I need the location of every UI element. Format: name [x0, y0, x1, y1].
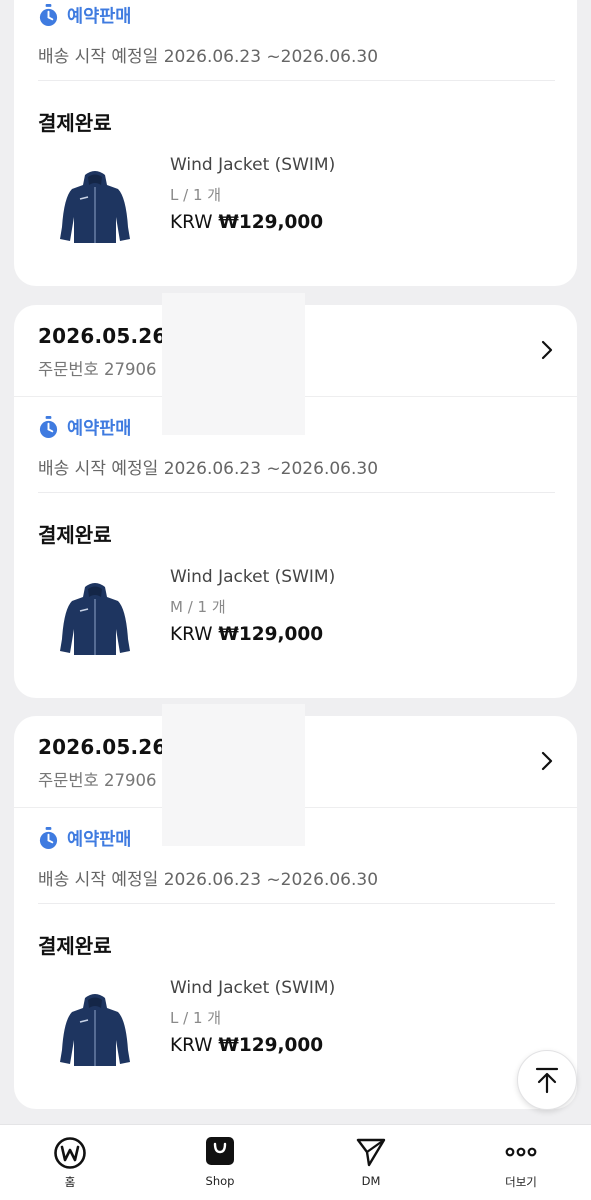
stopwatch-icon [39, 4, 58, 26]
shipping-date-text: 배송 시작 예정일 2026.06.23 ~2026.06.30 [38, 459, 379, 479]
jacket-thumbnail[interactable] [54, 990, 136, 1072]
order-card: 2026.05.26 주문번호 27906 예약판매 배송 시작 예정일 202… [14, 704, 577, 1109]
product-price: KRW ₩129,000 [170, 1035, 323, 1056]
payment-status: 결제완료 [38, 523, 112, 547]
arrow-up-to-line-icon [535, 1067, 559, 1094]
tab-home-label: 홈 [64, 1175, 76, 1189]
jacket-thumbnail[interactable] [54, 167, 136, 249]
shopping-bag-icon [206, 1137, 234, 1165]
scroll-to-top-button[interactable] [517, 1050, 577, 1110]
presale-label: 예약판매 [67, 419, 132, 439]
more-dots-icon [505, 1147, 537, 1157]
product-name[interactable]: Wind Jacket (SWIM) [170, 567, 335, 587]
jacket-thumbnail[interactable] [54, 579, 136, 661]
order-number: 주문번호 27906 [38, 360, 157, 379]
chevron-right-icon[interactable] [539, 339, 555, 361]
payment-status: 결제완료 [38, 934, 112, 958]
product-option: L / 1 개 [170, 1009, 222, 1027]
chevron-right-icon[interactable] [539, 750, 555, 772]
tab-dm[interactable]: DM [321, 1125, 421, 1200]
divider [38, 903, 555, 904]
product-name[interactable]: Wind Jacket (SWIM) [170, 155, 335, 175]
bottom-tab-bar: 홈 Shop DM 더보기 [0, 1124, 591, 1200]
tab-more-label: 더보기 [505, 1175, 537, 1189]
divider [38, 80, 555, 81]
presale-label: 예약판매 [67, 830, 132, 850]
stopwatch-icon [39, 416, 58, 438]
product-price: KRW ₩129,000 [170, 624, 323, 645]
presale-section: 예약판매 배송 시작 예정일 2026.06.23 ~2026.06.30 [14, 0, 577, 96]
order-date: 2026.05.26 [38, 735, 167, 759]
price-currency: KRW [170, 624, 213, 645]
stopwatch-icon [39, 827, 58, 849]
product-option: L / 1 개 [170, 186, 222, 204]
order-card: 2026.05.26 주문번호 27906 예약판매 배송 시작 예정일 202… [14, 293, 577, 698]
price-amount: ₩129,000 [218, 1035, 324, 1056]
product-price: KRW ₩129,000 [170, 212, 323, 233]
price-currency: KRW [170, 1035, 213, 1056]
price-amount: ₩129,000 [218, 212, 324, 233]
tab-home[interactable]: 홈 [20, 1125, 120, 1200]
price-amount: ₩129,000 [218, 624, 324, 645]
tab-dm-label: DM [361, 1174, 381, 1188]
tab-shop[interactable]: Shop [170, 1125, 270, 1200]
order-header[interactable]: 2026.05.26 주문번호 27906 [14, 704, 577, 846]
tab-shop-label: Shop [205, 1174, 235, 1188]
home-w-icon [54, 1137, 86, 1169]
presale-label: 예약판매 [67, 7, 132, 27]
presale-section: 예약판매 배송 시작 예정일 2026.06.23 ~2026.06.30 [14, 808, 577, 904]
order-history-page: 예약판매 배송 시작 예정일 2026.06.23 ~2026.06.30 결제… [0, 0, 591, 1200]
product-option: M / 1 개 [170, 598, 226, 616]
payment-status: 결제완료 [38, 111, 112, 135]
tab-more[interactable]: 더보기 [471, 1125, 571, 1200]
paper-plane-icon [356, 1138, 386, 1167]
order-card: 예약판매 배송 시작 예정일 2026.06.23 ~2026.06.30 결제… [14, 0, 577, 286]
shipping-date-text: 배송 시작 예정일 2026.06.23 ~2026.06.30 [38, 870, 379, 890]
price-currency: KRW [170, 212, 213, 233]
presale-section: 예약판매 배송 시작 예정일 2026.06.23 ~2026.06.30 [14, 397, 577, 493]
order-number: 주문번호 27906 [38, 771, 157, 790]
order-header[interactable]: 2026.05.26 주문번호 27906 [14, 293, 577, 435]
divider [38, 492, 555, 493]
order-date: 2026.05.26 [38, 324, 167, 348]
product-name[interactable]: Wind Jacket (SWIM) [170, 978, 335, 998]
shipping-date-text: 배송 시작 예정일 2026.06.23 ~2026.06.30 [38, 47, 379, 67]
